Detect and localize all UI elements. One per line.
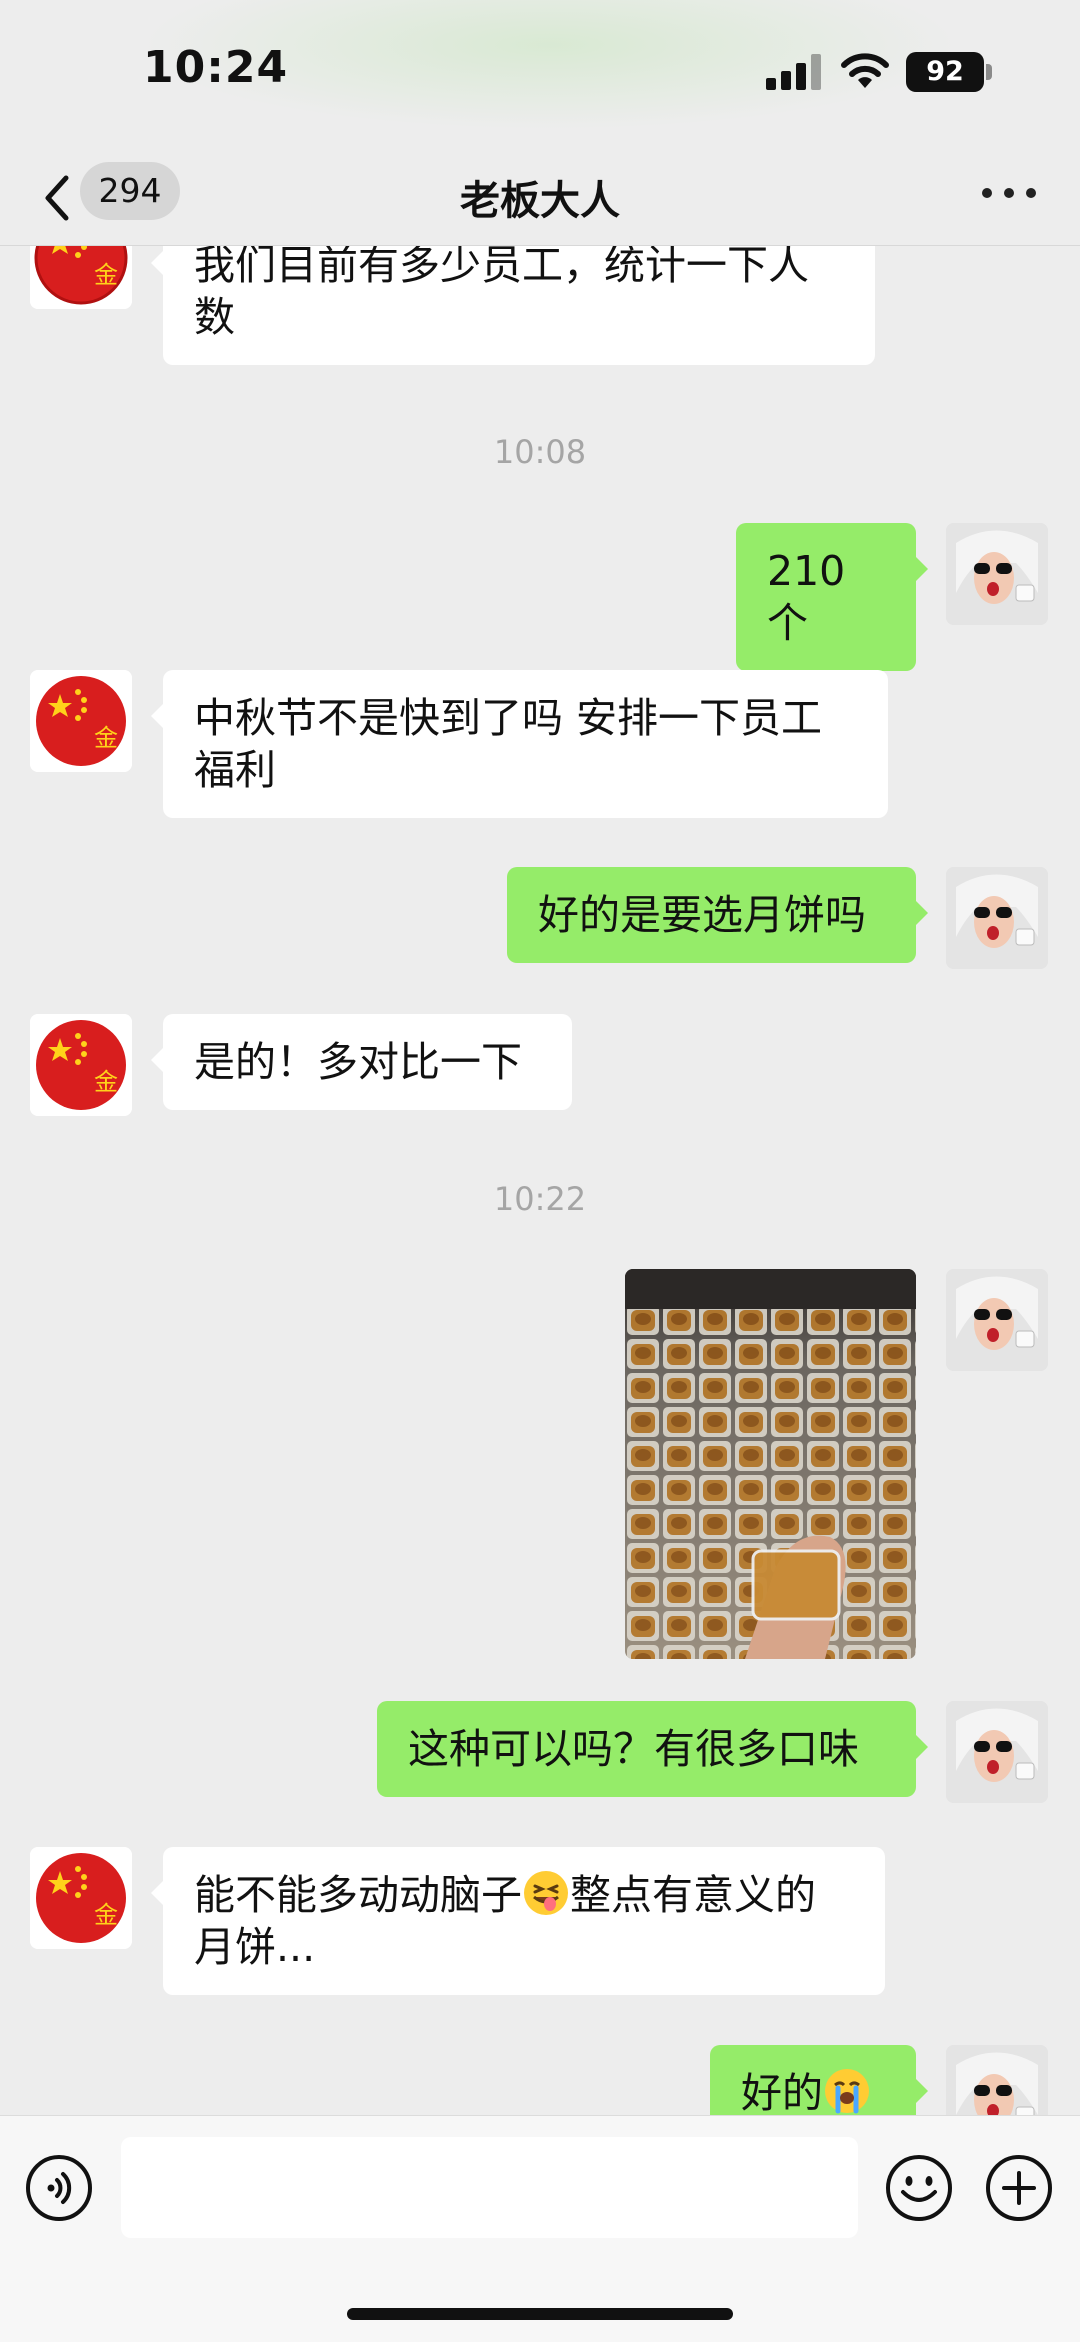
flag-badge-icon: 金	[30, 1847, 132, 1949]
battery-icon: 92	[906, 52, 984, 92]
crying-emoji-icon	[825, 2069, 869, 2114]
my-avatar[interactable]	[946, 1701, 1048, 1803]
my-avatar[interactable]	[946, 867, 1048, 969]
flag-badge-icon: 金	[30, 245, 132, 309]
emoji-face-icon[interactable]	[885, 2154, 953, 2222]
more-dots-icon[interactable]	[980, 178, 1040, 208]
my-avatar[interactable]	[946, 1269, 1048, 1371]
cellular-signal-icon	[766, 54, 822, 90]
boss-avatar[interactable]: 金	[30, 670, 132, 772]
svg-text:金: 金	[94, 1068, 118, 1096]
plus-circle-icon[interactable]	[985, 2154, 1053, 2222]
message-input-bar	[0, 2115, 1080, 2342]
message-list[interactable]: 金 我们目前有多少员工，统计一下人数 10:08 210个 金 中秋节不是快到了…	[0, 245, 1080, 2115]
chat-title: 老板大人	[460, 178, 620, 224]
incoming-message-bubble[interactable]: 我们目前有多少员工，统计一下人数	[151, 245, 875, 365]
user-photo-icon	[946, 523, 1048, 625]
my-avatar[interactable]	[946, 2045, 1048, 2115]
outgoing-message-bubble[interactable]: 这种可以吗？有很多口味	[377, 1701, 928, 1797]
message-text: 中秋节不是快到了吗 安排一下员工福利	[194, 694, 823, 794]
boss-avatar[interactable]: 金	[30, 1847, 132, 1949]
message-text: 我们目前有多少员工，统计一下人数	[194, 245, 809, 341]
svg-text:金: 金	[94, 724, 118, 752]
message-text: 是的！多对比一下	[194, 1038, 522, 1086]
home-indicator	[347, 2308, 733, 2320]
mooncake-photo[interactable]	[625, 1269, 916, 1659]
tongue-out-emoji-icon	[524, 1871, 568, 1915]
flag-badge-icon: 金	[30, 670, 132, 772]
svg-text:金: 金	[94, 1901, 118, 1929]
incoming-message-bubble[interactable]: 能不能多动动脑子 整点有意义的月饼...	[151, 1847, 885, 1995]
flag-badge-icon: 金	[30, 1014, 132, 1116]
chat-header: 294 老板大人	[0, 150, 1080, 246]
message-text: 好的	[741, 2069, 823, 2115]
mooncake-trays-image	[625, 1269, 916, 1659]
incoming-message-bubble[interactable]: 是的！多对比一下	[151, 1014, 572, 1110]
svg-text:金: 金	[94, 261, 118, 289]
wifi-icon	[841, 53, 889, 88]
user-photo-icon	[946, 1269, 1048, 1371]
battery-tip	[986, 64, 992, 80]
incoming-message-bubble[interactable]: 中秋节不是快到了吗 安排一下员工福利	[151, 670, 888, 818]
message-text-before-emoji: 能不能多动动脑子	[194, 1871, 522, 1919]
voice-icon[interactable]	[25, 2154, 93, 2222]
boss-avatar[interactable]: 金	[30, 1014, 132, 1116]
outgoing-message-bubble[interactable]: 好的是要选月饼吗	[507, 867, 928, 963]
message-text: 210个	[767, 547, 846, 647]
outgoing-message-bubble[interactable]: 210个	[736, 523, 928, 671]
message-input[interactable]	[121, 2137, 858, 2238]
boss-avatar[interactable]: 金	[30, 245, 132, 309]
user-photo-icon	[946, 2045, 1048, 2115]
user-photo-icon	[946, 1701, 1048, 1803]
my-avatar[interactable]	[946, 523, 1048, 625]
user-photo-icon	[946, 867, 1048, 969]
message-text: 这种可以吗？有很多口味	[408, 1725, 859, 1773]
message-timestamp: 10:08	[493, 433, 587, 471]
outgoing-message-bubble[interactable]: 好的	[710, 2045, 928, 2115]
status-bar: 10:24 92	[0, 0, 1080, 150]
message-text: 好的是要选月饼吗	[538, 891, 866, 939]
status-time: 10:24	[143, 42, 289, 93]
message-timestamp: 10:22	[493, 1180, 587, 1218]
